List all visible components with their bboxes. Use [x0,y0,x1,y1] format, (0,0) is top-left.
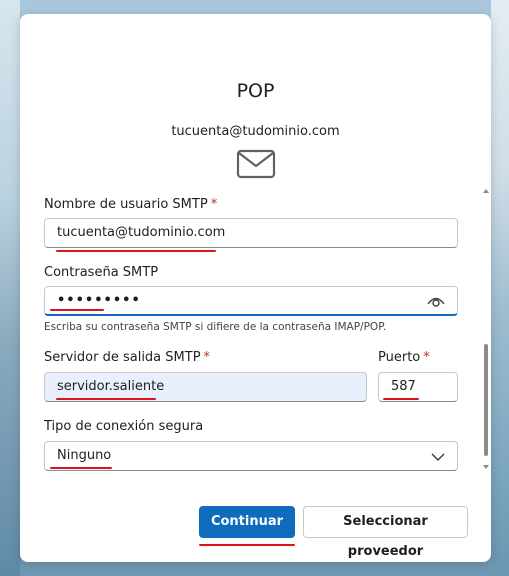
smtp-username-input[interactable]: tucuenta@tudominio.com [44,218,458,248]
outgoing-server-label: Servidor de salida SMTP * [44,350,211,365]
required-asterisk: * [210,197,218,212]
port-label: Puerto * [378,350,430,365]
smtp-password-label: Contraseña SMTP [44,265,159,280]
outgoing-server-value: servidor.saliente [57,379,165,394]
select-provider-button[interactable]: Seleccionar proveedor [303,506,468,559]
smtp-password-value: ••••••••• [57,293,141,308]
smtp-password-hint: Escriba su contraseña SMTP si difiere de… [44,321,387,333]
background-right [491,0,509,576]
scrollbar-thumb[interactable] [484,344,488,456]
secure-connection-value: Ninguno [57,448,112,463]
scroll-up-arrow-icon[interactable] [483,188,489,194]
mail-icon [236,149,276,179]
pop-settings-dialog: POP tucuenta@tudominio.com Nombre de usu… [20,14,491,562]
annotation-underline [56,398,156,400]
required-asterisk: * [203,350,211,365]
annotation-underline [50,467,112,469]
annotation-underline [199,544,295,546]
required-asterisk: * [423,350,430,365]
background-left [0,0,20,576]
port-value: 587 [391,379,416,394]
smtp-username-value: tucuenta@tudominio.com [57,225,226,240]
scrollbar[interactable] [483,188,489,470]
secure-connection-label: Tipo de conexión segura [44,419,204,434]
eye-icon[interactable] [427,294,445,308]
account-email: tucuenta@tudominio.com [171,124,340,139]
annotation-underline [56,250,216,252]
dialog-title: POP [236,80,275,102]
smtp-password-input[interactable]: ••••••••• [44,286,458,316]
annotation-underline [383,398,419,400]
scroll-down-arrow-icon[interactable] [483,464,489,470]
chevron-down-icon [431,453,445,462]
smtp-username-label: Nombre de usuario SMTP * [44,197,218,212]
continue-button[interactable]: Continuar [199,506,295,538]
annotation-underline [50,309,104,311]
